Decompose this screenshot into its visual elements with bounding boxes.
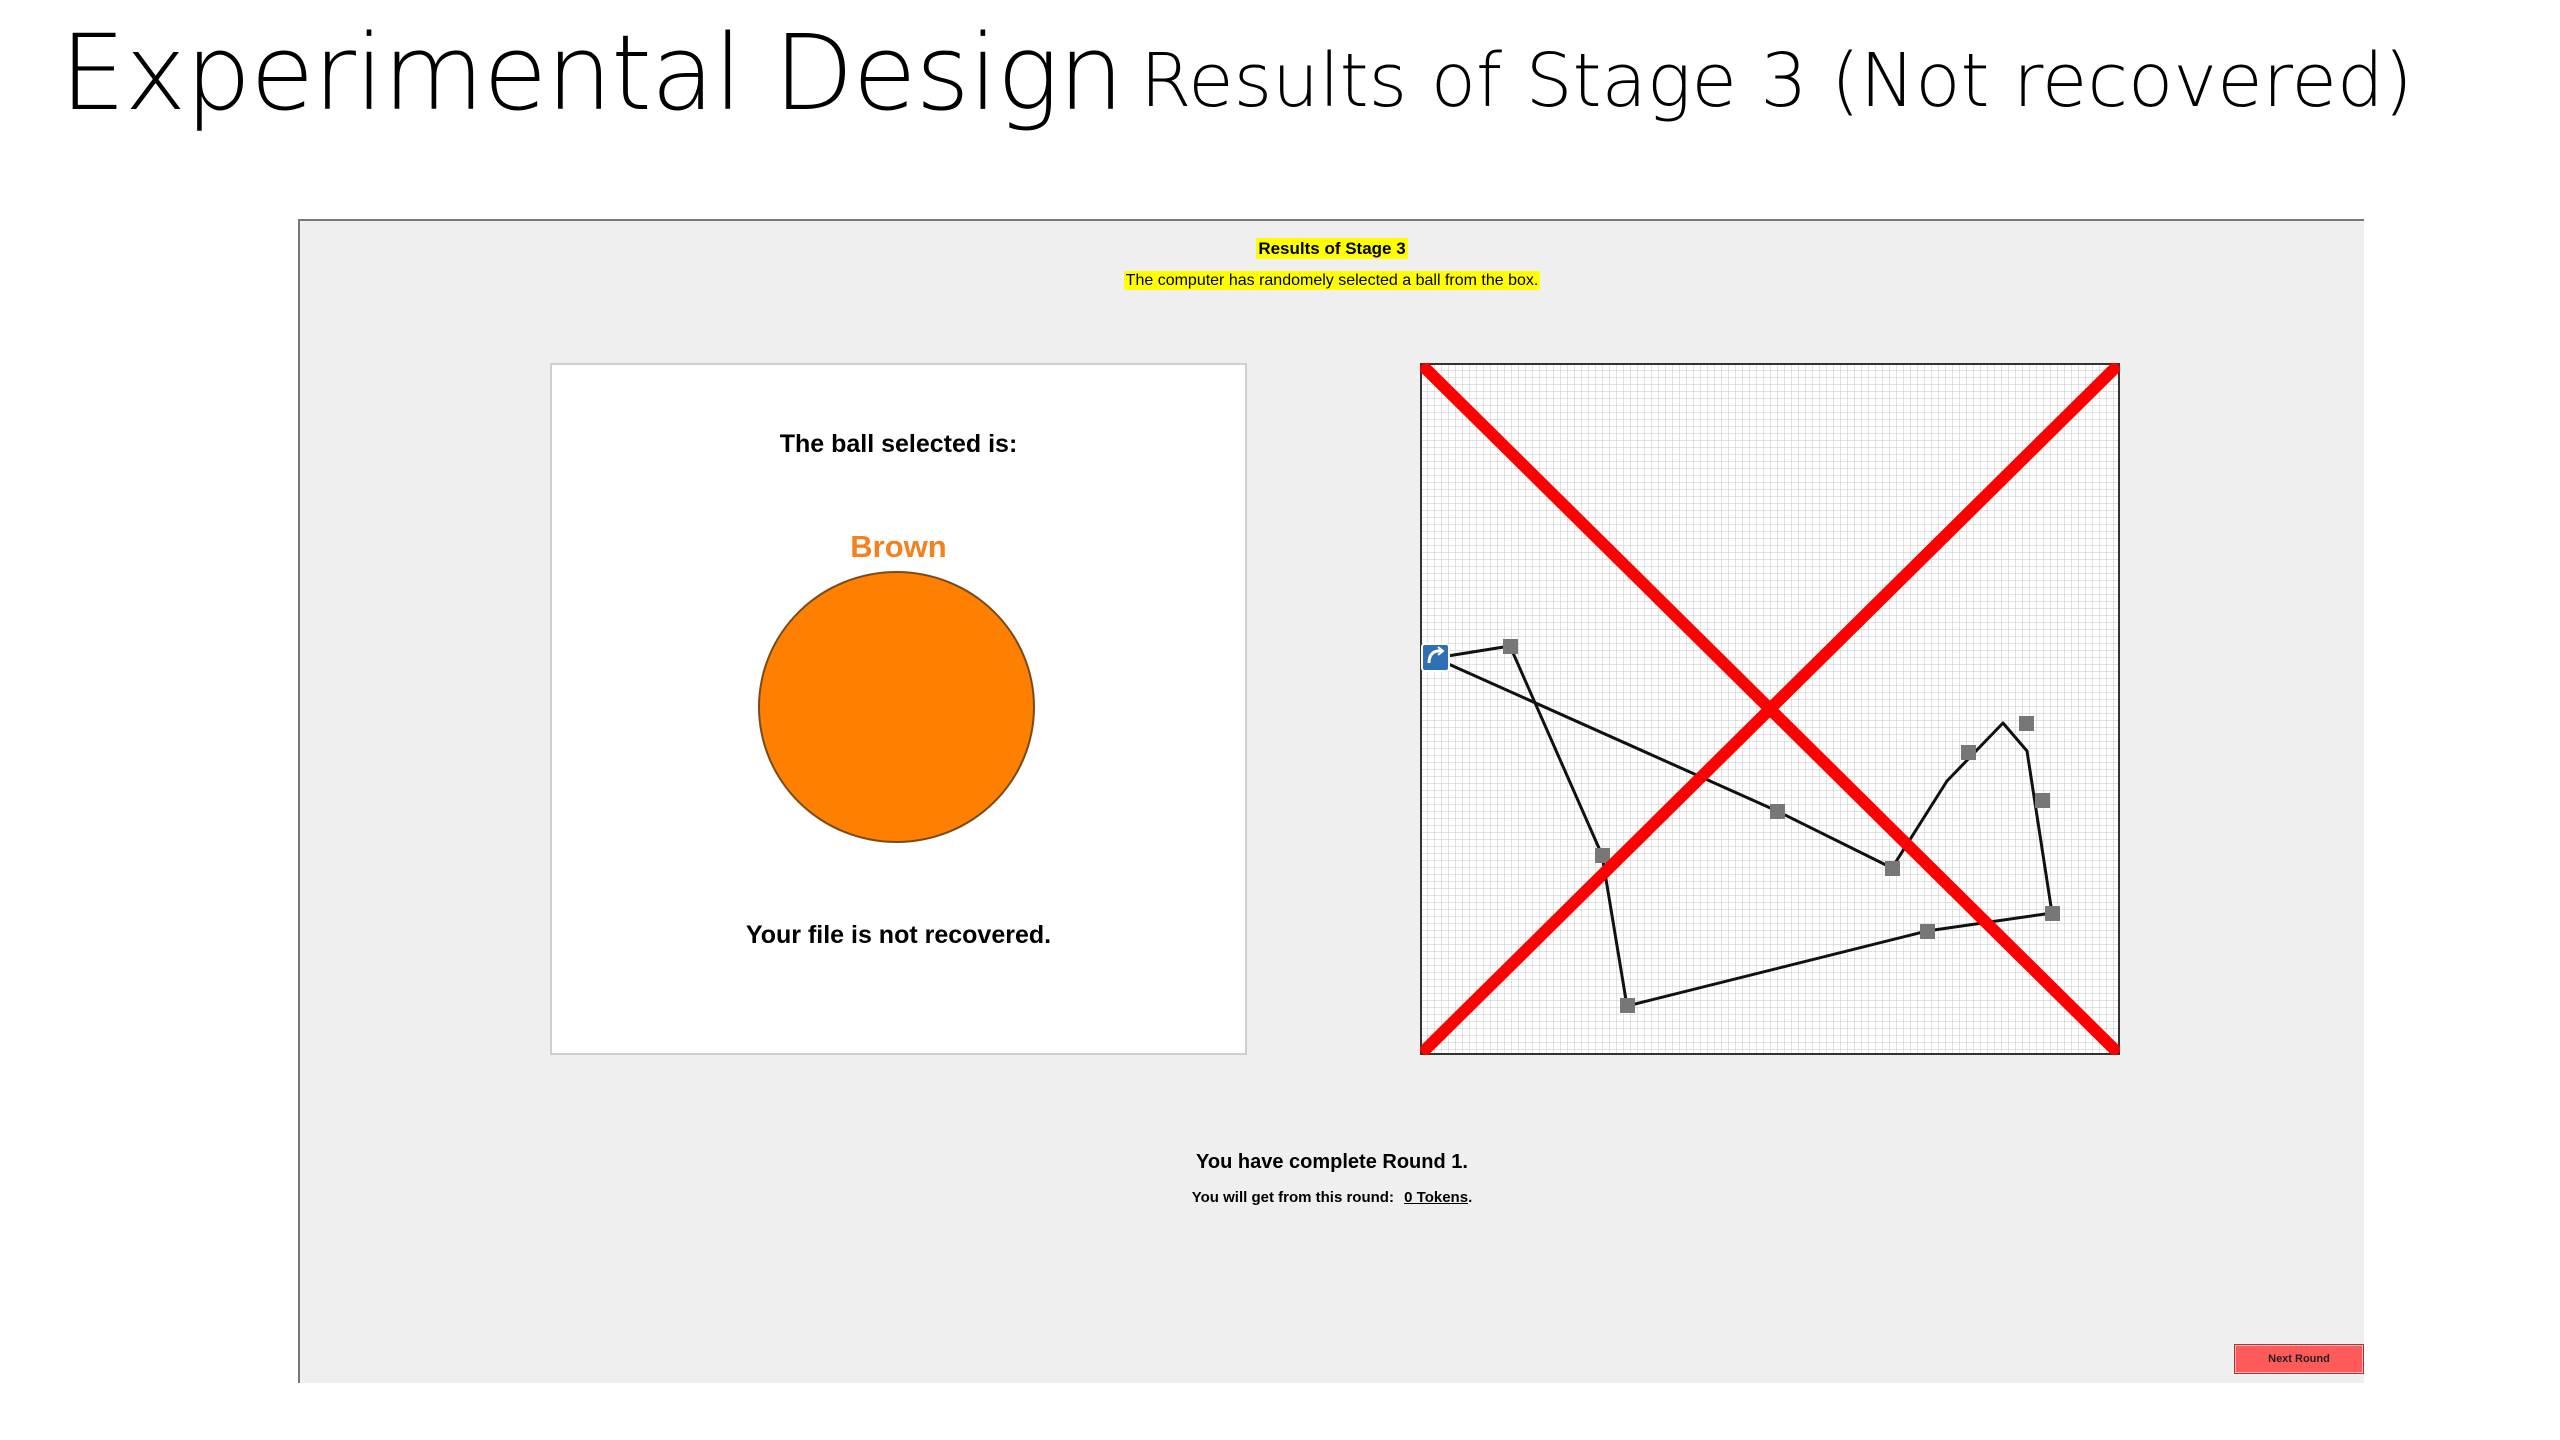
cursor-start-icon (1421, 643, 1450, 672)
stage-heading: Results of Stage 3 (300, 238, 2364, 259)
earnings-suffix: . (1468, 1189, 1473, 1206)
ball-panel: The ball selected is: Brown Your file is… (550, 363, 1247, 1055)
route-marker (1920, 924, 1935, 939)
slide-subtitle: Results of Stage 3 (Not recovered) (1140, 38, 2413, 124)
stage-heading-text: Results of Stage 3 (1256, 238, 1408, 259)
route-marker (1503, 639, 1518, 654)
ball-selected-label: The ball selected is: (779, 430, 1018, 458)
round-complete-message: You have complete Round 1. (1196, 1151, 1468, 1173)
recovery-result: Your file is not recovered. (745, 921, 1052, 949)
earnings-label: You will get from this round: (1191, 1189, 1394, 1206)
stage-note-text: The computer has randomely selected a ba… (1123, 271, 1541, 290)
earnings-line: You will get from this round: 0 Tokens. (300, 1189, 2364, 1206)
experiment-screen: Results of Stage 3 The computer has rand… (298, 219, 2364, 1383)
slide: Experimental Design Results of Stage 3 (… (0, 0, 2560, 1440)
next-round-button[interactable]: Next Round (2234, 1344, 2364, 1374)
ball-color-name: Brown (850, 529, 947, 564)
route-marker (1885, 861, 1900, 876)
route-marker (1620, 998, 1635, 1013)
route-grid (1420, 363, 2120, 1055)
route-marker (1595, 848, 1610, 863)
route-marker (2035, 793, 2050, 808)
route-marker (2045, 906, 2060, 921)
stage-note: The computer has randomely selected a ba… (300, 271, 2364, 290)
slide-title: Experimental Design (60, 12, 1124, 134)
route-marker (1961, 745, 1976, 760)
route-marker (2019, 716, 2034, 731)
selected-ball (758, 571, 1035, 843)
route-marker (1770, 804, 1785, 819)
route-grid-panel (1420, 363, 2120, 1055)
earnings-value: 0 Tokens (1404, 1189, 1469, 1206)
